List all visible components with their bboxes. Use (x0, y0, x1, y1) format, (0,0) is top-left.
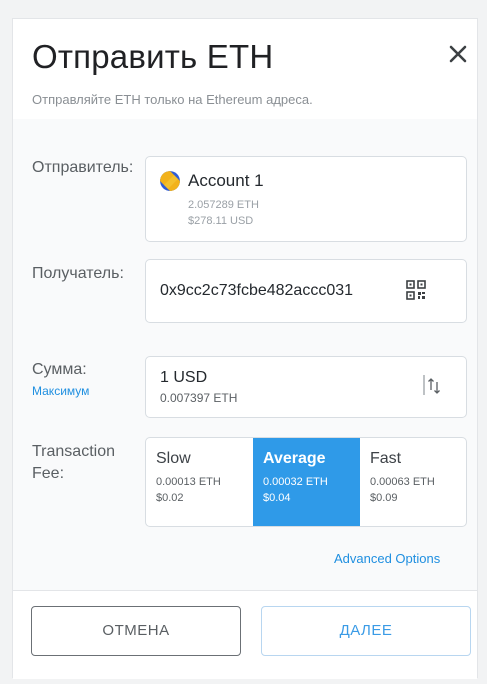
swap-currency-button[interactable] (422, 373, 444, 397)
dialog-subtitle: Отправляйте ETH только на Ethereum адрес… (32, 92, 313, 107)
fee-selector: Slow 0.00013 ETH $0.02 Average 0.00032 E… (145, 437, 467, 527)
swap-currency-icon (423, 375, 440, 395)
fee-option-slow[interactable]: Slow 0.00013 ETH $0.02 (146, 438, 253, 526)
advanced-options-link[interactable]: Advanced Options (334, 551, 440, 566)
fee-eth: 0.00032 ETH (263, 476, 328, 488)
fee-name: Slow (156, 450, 191, 467)
max-amount-link[interactable]: Максимум (32, 384, 89, 398)
next-button[interactable]: ДАЛЕЕ (261, 606, 471, 656)
account-identicon-icon (160, 171, 180, 191)
recipient-address: 0x9cc2c73fcbe482accc031 (160, 282, 354, 299)
dialog-header: Отправить ETH Отправляйте ETH только на … (13, 19, 477, 120)
fee-eth: 0.00013 ETH (156, 476, 221, 488)
fee-eth: 0.00063 ETH (370, 476, 435, 488)
fee-name: Average (263, 450, 326, 467)
amount-label: Сумма: (32, 361, 87, 378)
fee-name: Fast (370, 450, 402, 467)
fee-usd: $0.02 (156, 492, 184, 504)
amount-converted: 0.007397 ETH (160, 391, 238, 405)
account-name: Account 1 (188, 171, 264, 190)
fee-label-line2: Fee: (32, 465, 65, 482)
fee-option-fast[interactable]: Fast 0.00063 ETH $0.09 (360, 438, 466, 526)
qr-scan-button[interactable] (406, 280, 426, 300)
close-button[interactable] (445, 41, 471, 67)
send-eth-dialog: Отправить ETH Отправляйте ETH только на … (12, 18, 478, 679)
fee-option-average[interactable]: Average 0.00032 ETH $0.04 (253, 438, 360, 526)
fee-usd: $0.09 (370, 492, 398, 504)
sender-account-box[interactable]: Account 1 2.057289 ETH $278.11 USD (145, 156, 467, 242)
sender-label: Отправитель: (32, 159, 134, 176)
cancel-button[interactable]: ОТМЕНА (31, 606, 241, 656)
amount-input[interactable]: 1 USD 0.007397 ETH (145, 356, 467, 418)
dialog-body: Отправитель: Account 1 2.057289 ETH $278… (13, 119, 477, 590)
page-title: Отправить ETH (32, 38, 274, 75)
amount-value: 1 USD (160, 369, 208, 386)
account-balance-usd: $278.11 USD (188, 215, 254, 227)
recipient-label: Получатель: (32, 265, 124, 282)
recipient-address-input[interactable]: 0x9cc2c73fcbe482accc031 (145, 259, 467, 323)
account-balance-eth: 2.057289 ETH (188, 199, 259, 211)
qr-code-icon (406, 280, 426, 300)
close-icon (449, 45, 467, 63)
dialog-footer: ОТМЕНА ДАЛЕЕ (13, 590, 477, 679)
fee-usd: $0.04 (263, 492, 291, 504)
fee-label-line1: Transaction (32, 443, 115, 460)
